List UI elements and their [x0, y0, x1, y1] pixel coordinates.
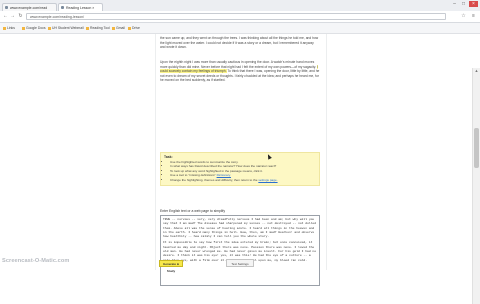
article-column: the sun came up, and they went on throug… [155, 34, 327, 286]
editor-paragraph: TRUE -- nervous -- very, very dreadfully… [163, 218, 317, 239]
bookmark-icon [86, 26, 89, 30]
bookmark-item[interactable]: Google Docs [22, 24, 46, 32]
bookmark-item[interactable]: Links [3, 24, 15, 32]
text-settings-tab[interactable]: Text Settings [226, 259, 254, 267]
drive-icon [128, 26, 131, 30]
editor-label: Enter English text or a web page to simp… [160, 209, 226, 213]
docs-icon [22, 26, 25, 30]
settings-link[interactable]: settings page. [258, 178, 277, 182]
back-button[interactable]: ← [2, 13, 9, 20]
browser-menu-button[interactable]: ≡ [470, 13, 477, 20]
reload-button[interactable]: ↻ [17, 13, 24, 20]
task-list: Use the highlighted words to summarize t… [164, 160, 316, 182]
task-box: Task: Use the highlighted words to summa… [160, 152, 320, 186]
dictionary-link[interactable]: Dictionary. [217, 173, 231, 177]
minimize-button[interactable]: – [450, 1, 459, 7]
browser-tab-active[interactable]: Reading Lesson × [58, 3, 103, 11]
task-title: Task: [164, 155, 173, 159]
page-favicon-icon [5, 6, 8, 9]
article-paragraph: Upon the eighth night I was more than us… [160, 60, 320, 83]
text-input-area[interactable]: TRUE -- nervous -- very, very dreadfully… [160, 215, 320, 286]
bookmark-item[interactable]: Reading Tool [86, 24, 110, 32]
browser-tab[interactable]: www.example.com/read [2, 3, 57, 11]
screencast-watermark: Screencast-O-Matic.com [2, 258, 70, 264]
bookmark-item[interactable]: UH Student Webmail [48, 24, 84, 32]
task-item: Change the highlighting, themes and diff… [170, 178, 316, 182]
page-favicon-icon [61, 6, 64, 9]
mail-icon [48, 26, 51, 30]
bookmark-item[interactable]: Drive [128, 24, 140, 32]
page-scrollbar[interactable]: ▲ [472, 68, 480, 304]
folder-icon [3, 26, 6, 30]
close-window-button[interactable]: × [469, 1, 478, 7]
browser-titlebar: www.example.com/read Reading Lesson × – … [0, 0, 480, 11]
maximize-button[interactable]: □ [459, 1, 468, 7]
mail-icon [112, 26, 115, 30]
tab-label: Reading Lesson × [66, 6, 95, 10]
forward-button[interactable]: → [9, 13, 16, 20]
scrollbar-thumb[interactable] [474, 128, 479, 168]
address-bar[interactable]: www.example.com/reading-lesson/ [26, 13, 446, 20]
bookmarks-bar: Links Google Docs UH Student Webmail Rea… [0, 23, 480, 34]
star-icon[interactable]: ☆ [460, 13, 467, 20]
page-viewport: the sun came up, and they went on throug… [0, 34, 480, 304]
generate-button[interactable]: Generate & Study [159, 260, 183, 273]
tab-label: www.example.com/read [10, 6, 48, 10]
browser-navbar: ← → ↻ www.example.com/reading-lesson/ ☆ … [0, 11, 480, 23]
article-paragraph: the sun came up, and they went on throug… [160, 36, 319, 50]
scroll-up-arrow-icon[interactable]: ▲ [473, 68, 480, 74]
bookmark-item[interactable]: Gmail [112, 24, 125, 32]
